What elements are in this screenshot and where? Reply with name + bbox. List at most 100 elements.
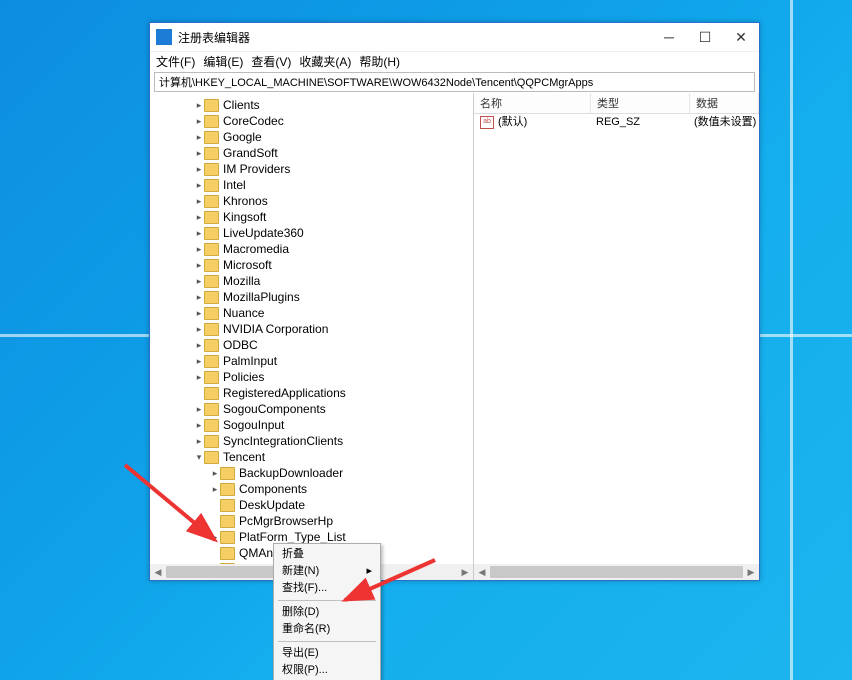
folder-icon — [204, 403, 219, 416]
tree-item[interactable]: PcMgrBrowserHp — [150, 513, 473, 529]
expand-icon[interactable]: ▸ — [194, 305, 204, 321]
expand-icon[interactable]: ▸ — [194, 273, 204, 289]
folder-icon — [204, 339, 219, 352]
tree-item[interactable]: ▸Policies — [150, 369, 473, 385]
expand-icon[interactable]: ▸ — [194, 177, 204, 193]
values-header[interactable]: 名称 类型 数据 — [474, 93, 759, 114]
expand-icon[interactable]: ▸ — [194, 193, 204, 209]
col-type[interactable]: 类型 — [591, 93, 690, 113]
context-menu-item[interactable]: 折叠 — [276, 546, 378, 563]
tree-item-label: Google — [223, 129, 266, 145]
folder-icon — [220, 483, 235, 496]
col-name[interactable]: 名称 — [474, 93, 591, 113]
tree-item[interactable]: RegisteredApplications — [150, 385, 473, 401]
tree-item[interactable]: ▸Khronos — [150, 193, 473, 209]
expand-icon[interactable]: ▸ — [194, 417, 204, 433]
expand-icon[interactable]: ▸ — [194, 337, 204, 353]
tree-item[interactable]: ▸ Clients — [150, 97, 473, 113]
tree-item-label: Clients — [223, 97, 264, 113]
maximize-button[interactable]: ☐ — [687, 23, 723, 51]
tree-item[interactable]: ▾Tencent — [150, 449, 473, 465]
expand-icon[interactable]: ▸ — [210, 465, 220, 481]
value-type: REG_SZ — [590, 114, 688, 130]
expand-icon[interactable]: ▸ — [194, 401, 204, 417]
address-bar[interactable]: 计算机\HKEY_LOCAL_MACHINE\SOFTWARE\WOW6432N… — [154, 72, 755, 92]
tree-item[interactable]: ▸ MozillaPlugins — [150, 289, 473, 305]
expand-icon[interactable]: ▸ — [194, 145, 204, 161]
folder-icon — [204, 147, 219, 160]
expand-icon[interactable]: ▸ — [210, 529, 220, 545]
close-button[interactable]: ✕ — [723, 23, 759, 51]
context-menu-item[interactable]: 导出(E) — [276, 645, 378, 662]
tree-item[interactable]: ▸Kingsoft — [150, 209, 473, 225]
tree-item[interactable]: ▸ CoreCodec — [150, 113, 473, 129]
menu-file[interactable]: 文件(F) — [156, 53, 195, 70]
context-menu-item[interactable]: 重命名(R) — [276, 621, 378, 638]
minimize-button[interactable]: ─ — [651, 23, 687, 51]
menu-view[interactable]: 查看(V) — [251, 53, 291, 70]
context-menu-item[interactable]: 查找(F)... — [276, 580, 378, 597]
regedit-window: 注册表编辑器 ─ ☐ ✕ 文件(F) 编辑(E) 查看(V) 收藏夹(A) 帮助… — [149, 22, 760, 581]
expand-icon[interactable]: ▸ — [194, 161, 204, 177]
tree-pane[interactable]: ▸Clients▸CoreCodec▸Google▸GrandSoft▸IM P… — [150, 93, 474, 580]
expand-icon[interactable]: ▸ — [194, 321, 204, 337]
tree-item[interactable]: ▸ LiveUpdate360 — [150, 225, 473, 241]
expand-icon[interactable]: ▸ — [194, 225, 204, 241]
tree-item[interactable]: ▸Mozilla — [150, 273, 473, 289]
tree-item[interactable]: ▸ SogouInput — [150, 417, 473, 433]
folder-icon — [204, 243, 219, 256]
tree-item-label: IM Providers — [223, 161, 294, 177]
folder-icon — [220, 499, 235, 512]
tree-item[interactable]: ▸SogouComponents — [150, 401, 473, 417]
expand-icon[interactable]: ▸ — [194, 241, 204, 257]
scroll-left-icon[interactable]: ◀ — [474, 564, 490, 580]
values-scrollbar-h[interactable]: ◀ ▶ — [474, 564, 759, 580]
context-menu-item[interactable]: 删除(D) — [276, 604, 378, 621]
col-data[interactable]: 数据 — [690, 93, 759, 113]
tree-item-label: DeskUpdate — [239, 497, 309, 513]
folder-icon — [220, 547, 235, 560]
titlebar[interactable]: 注册表编辑器 ─ ☐ ✕ — [150, 23, 759, 52]
tree-item[interactable]: DeskUpdate — [150, 497, 473, 513]
tree-item-label: MozillaPlugins — [223, 289, 304, 305]
collapse-icon[interactable]: ▾ — [194, 449, 204, 465]
menu-favorites[interactable]: 收藏夹(A) — [299, 53, 351, 70]
tree-item[interactable]: ▸Nuance — [150, 305, 473, 321]
menu-item-label: 删除(D) — [282, 604, 319, 621]
context-menu-item[interactable]: 新建(N)▸ — [276, 563, 378, 580]
tree-item[interactable]: ▸Intel — [150, 177, 473, 193]
tree-item-label: CoreCodec — [223, 113, 288, 129]
tree-item[interactable]: ▸SyncIntegrationClients — [150, 433, 473, 449]
expand-icon[interactable]: ▸ — [194, 433, 204, 449]
tree-item-label: LiveUpdate360 — [223, 225, 308, 241]
expand-icon[interactable]: ▸ — [194, 353, 204, 369]
tree-item[interactable]: ▸Macromedia — [150, 241, 473, 257]
tree-item-label: SogouInput — [223, 417, 288, 433]
tree-item[interactable]: ▸ IM Providers — [150, 161, 473, 177]
tree-item[interactable]: ▸Components — [150, 481, 473, 497]
expand-icon[interactable]: ▸ — [210, 481, 220, 497]
scroll-right-icon[interactable]: ▶ — [457, 564, 473, 580]
values-pane[interactable]: 名称 类型 数据 ab (默认) REG_SZ (数值未设置) ◀ ▶ — [474, 93, 759, 580]
tree-item[interactable]: ▸BackupDownloader — [150, 465, 473, 481]
menu-edit[interactable]: 编辑(E) — [203, 53, 243, 70]
expand-icon[interactable]: ▸ — [194, 97, 204, 113]
scroll-left-icon[interactable]: ◀ — [150, 564, 166, 580]
scroll-right-icon[interactable]: ▶ — [743, 564, 759, 580]
expand-icon[interactable]: ▸ — [194, 129, 204, 145]
menubar: 文件(F) 编辑(E) 查看(V) 收藏夹(A) 帮助(H) — [150, 52, 759, 70]
expand-icon[interactable]: ▸ — [194, 369, 204, 385]
expand-icon[interactable]: ▸ — [194, 289, 204, 305]
expand-icon[interactable]: ▸ — [194, 113, 204, 129]
tree-item[interactable]: ▸NVIDIA Corporation — [150, 321, 473, 337]
tree-item[interactable]: ▸ODBC — [150, 337, 473, 353]
menu-help[interactable]: 帮助(H) — [359, 53, 400, 70]
expand-icon[interactable]: ▸ — [194, 257, 204, 273]
tree-item[interactable]: ▸GrandSoft — [150, 145, 473, 161]
tree-item[interactable]: ▸PalmInput — [150, 353, 473, 369]
value-row[interactable]: ab (默认) REG_SZ (数值未设置) — [474, 114, 759, 130]
context-menu-item[interactable]: 权限(P)... — [276, 662, 378, 679]
tree-item[interactable]: ▸ Google — [150, 129, 473, 145]
expand-icon[interactable]: ▸ — [194, 209, 204, 225]
tree-item[interactable]: ▸Microsoft — [150, 257, 473, 273]
